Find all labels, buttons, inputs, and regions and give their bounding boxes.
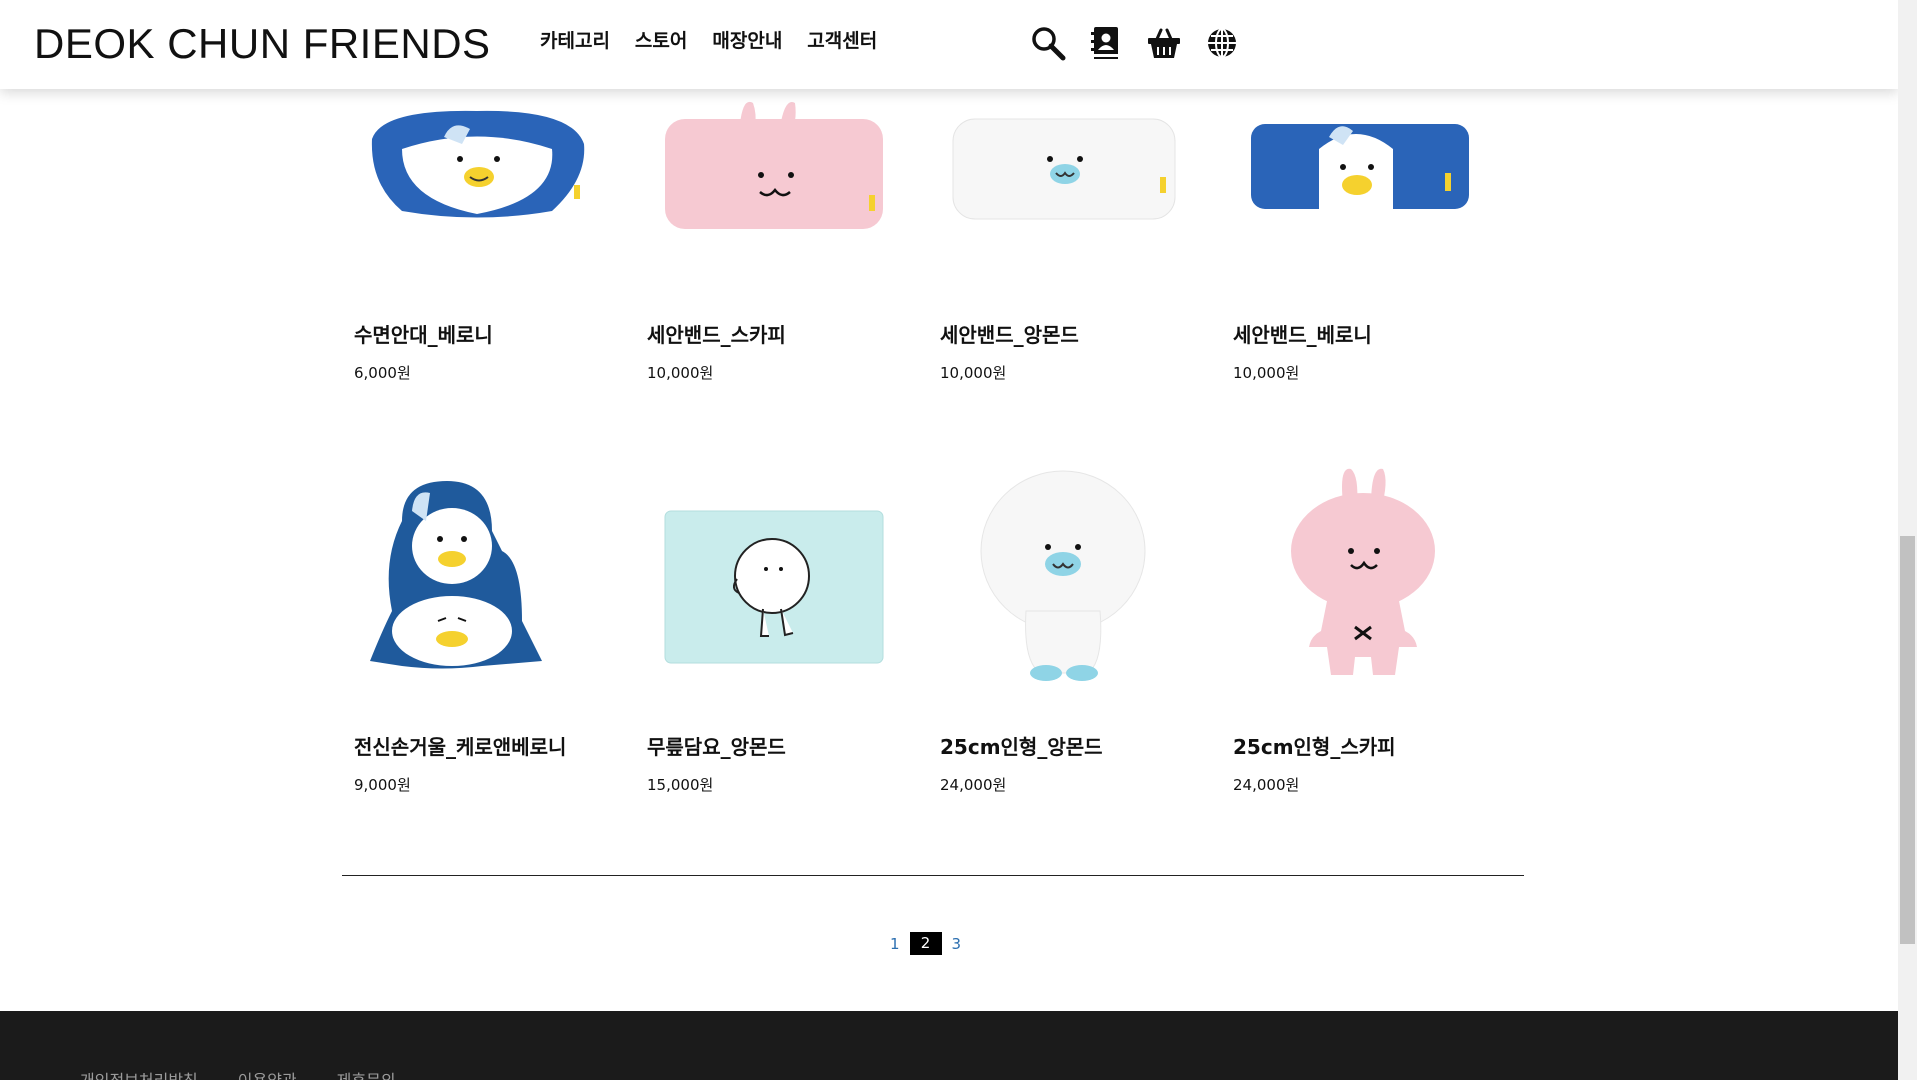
- product-name[interactable]: 25cm인형_앙몬드: [940, 731, 1103, 760]
- product-image-hand-mirror[interactable]: [342, 461, 612, 691]
- nav-item-store-info[interactable]: 매장안내: [712, 26, 782, 53]
- nav-item-category[interactable]: 카테고리: [540, 26, 610, 53]
- product-price: 24,000원: [1233, 776, 1300, 794]
- search-icon[interactable]: [1030, 25, 1066, 61]
- product-price: 10,000원: [940, 364, 1007, 382]
- product-name[interactable]: 세안밴드_스카피: [647, 319, 786, 348]
- product-name[interactable]: 25cm인형_스카피: [1233, 731, 1396, 760]
- product-name[interactable]: 수면안대_베로니: [354, 319, 493, 348]
- product-price: 24,000원: [940, 776, 1007, 794]
- product-price: 9,000원: [354, 776, 411, 794]
- product-price: 6,000원: [354, 364, 411, 382]
- product-price: 10,000원: [1233, 364, 1300, 382]
- product-name[interactable]: 세안밴드_베로니: [1233, 319, 1372, 348]
- product-name[interactable]: 전신손거울_케로앤베로니: [354, 731, 566, 760]
- nav-item-customer-center[interactable]: 고객센터: [807, 26, 877, 53]
- product-price: 15,000원: [647, 776, 714, 794]
- site-logo[interactable]: DEOK CHUN FRIENDS: [34, 20, 491, 68]
- product-name[interactable]: 세안밴드_앙몬드: [940, 319, 1079, 348]
- product-price: 10,000원: [647, 364, 714, 382]
- product-image-face-band-veroni[interactable]: [1221, 89, 1491, 239]
- site-header: DEOK CHUN FRIENDS 카테고리 스토어 매장안내 고객센터: [0, 0, 1898, 89]
- basket-icon[interactable]: [1146, 25, 1182, 61]
- footer-link-terms[interactable]: 이용약관: [238, 1067, 297, 1080]
- product-image-knee-blanket[interactable]: [635, 461, 905, 691]
- page-scrollbar[interactable]: [1898, 0, 1917, 1080]
- site-footer: 개인정보처리방침 이용약관 제휴문의: [0, 1011, 1898, 1080]
- header-icons: [1030, 25, 1240, 61]
- page: DEOK CHUN FRIENDS 카테고리 스토어 매장안내 고객센터 수면안…: [0, 0, 1898, 1080]
- footer-link-partnership[interactable]: 제휴문의: [337, 1067, 396, 1080]
- page-link-1[interactable]: 1: [890, 935, 900, 953]
- footer-link-privacy[interactable]: 개인정보처리방침: [80, 1067, 198, 1080]
- pagination: 1 2 3: [890, 932, 961, 955]
- footer-links: 개인정보처리방침 이용약관 제휴문의: [80, 1067, 396, 1080]
- contacts-icon[interactable]: [1088, 25, 1124, 61]
- product-image-plush-scarpy[interactable]: [1221, 461, 1491, 691]
- page-link-3[interactable]: 3: [952, 935, 962, 953]
- content-divider: [342, 875, 1524, 876]
- main-nav: 카테고리 스토어 매장안내 고객센터: [540, 26, 877, 53]
- scrollbar-thumb[interactable]: [1900, 536, 1915, 944]
- product-image-face-band-scarpy[interactable]: [635, 89, 905, 239]
- product-image-face-band-angmond[interactable]: [928, 89, 1198, 239]
- product-name[interactable]: 무릎담요_앙몬드: [647, 731, 786, 760]
- page-current: 2: [909, 932, 942, 955]
- globe-icon[interactable]: [1204, 25, 1240, 61]
- product-image-sleep-mask[interactable]: [342, 89, 612, 239]
- product-image-plush-angmond[interactable]: [928, 461, 1198, 691]
- nav-item-store[interactable]: 스토어: [635, 26, 687, 53]
